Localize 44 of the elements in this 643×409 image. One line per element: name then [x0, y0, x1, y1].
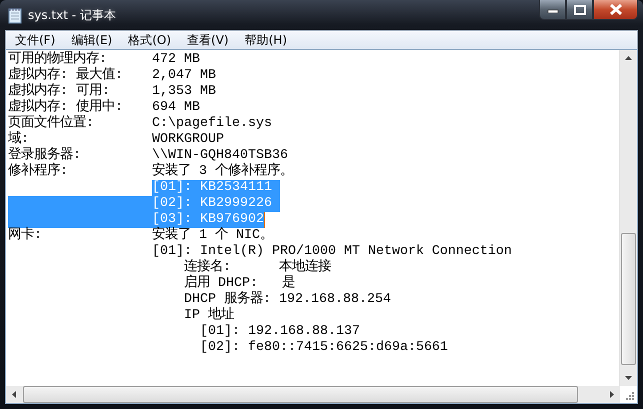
menu-item[interactable]: 帮助(H): [238, 30, 294, 50]
field-label: 虚拟内存: 使用中:: [8, 100, 123, 115]
field-label: 登录服务器:: [8, 148, 81, 163]
field-label: 虚拟内存: 可用:: [8, 84, 110, 99]
field-value: [01]: Intel(R) PRO/1000 MT Network Connection: [152, 244, 512, 259]
menu-item[interactable]: 编辑(E): [64, 30, 120, 50]
field-label: 修补程序:: [8, 164, 68, 179]
selected-text: [03]: KB976902: [152, 212, 264, 228]
vertical-scrollbar[interactable]: [619, 50, 637, 386]
size-grip-icon[interactable]: [623, 389, 635, 401]
notepad-icon: [8, 6, 22, 24]
field-value: DHCP 服务器: 192.168.88.254: [182, 292, 391, 307]
field-value: [02]: fe80::7415:6625:d69a:5661: [198, 340, 448, 356]
field-value: 安装了 3 个修补程序。: [152, 164, 293, 180]
field-label: 虚拟内存: 最大值:: [8, 68, 123, 83]
close-button[interactable]: [593, 0, 638, 20]
scroll-thumb[interactable]: [621, 233, 636, 365]
field-value: IP 地址: [182, 308, 234, 324]
minimize-icon[interactable]: [546, 6, 558, 12]
field-value: [01]: 192.168.88.137: [198, 324, 360, 340]
field-value: 2,047 MB: [152, 68, 216, 84]
field-value: 启用 DHCP: 是: [182, 276, 295, 291]
field-value: 连接名: 本地连接: [182, 260, 331, 275]
close-icon[interactable]: [608, 4, 622, 15]
menu-item[interactable]: 查看(V): [180, 30, 236, 50]
minimize-button[interactable]: [539, 0, 566, 20]
field-value: 694 MB: [152, 100, 200, 116]
field-value: WORKGROUP: [152, 132, 224, 148]
field-value: 1,353 MB: [152, 84, 216, 100]
field-label: 网卡:: [8, 228, 42, 243]
menu-item[interactable]: 格式(O): [121, 30, 178, 50]
maximize-button[interactable]: [566, 0, 593, 20]
selected-text: [01]: KB2534111: [152, 180, 272, 196]
maximize-icon[interactable]: [574, 4, 586, 14]
window-title: sys.txt - 记事本: [28, 6, 116, 24]
field-value: 472 MB: [152, 52, 200, 68]
field-label: 页面文件位置:: [8, 116, 94, 131]
selected-text: [02]: KB2999226: [152, 196, 272, 212]
field-value: 安装了 1 个 NIC。: [152, 228, 273, 244]
field-label: 域:: [8, 132, 29, 147]
field-value: C:\pagefile.sys: [152, 116, 272, 132]
menu-item[interactable]: 文件(F): [8, 30, 62, 50]
field-label: 可用的物理内存:: [8, 52, 107, 67]
field-value: \\WIN-GQH840TSB36: [152, 148, 288, 163]
